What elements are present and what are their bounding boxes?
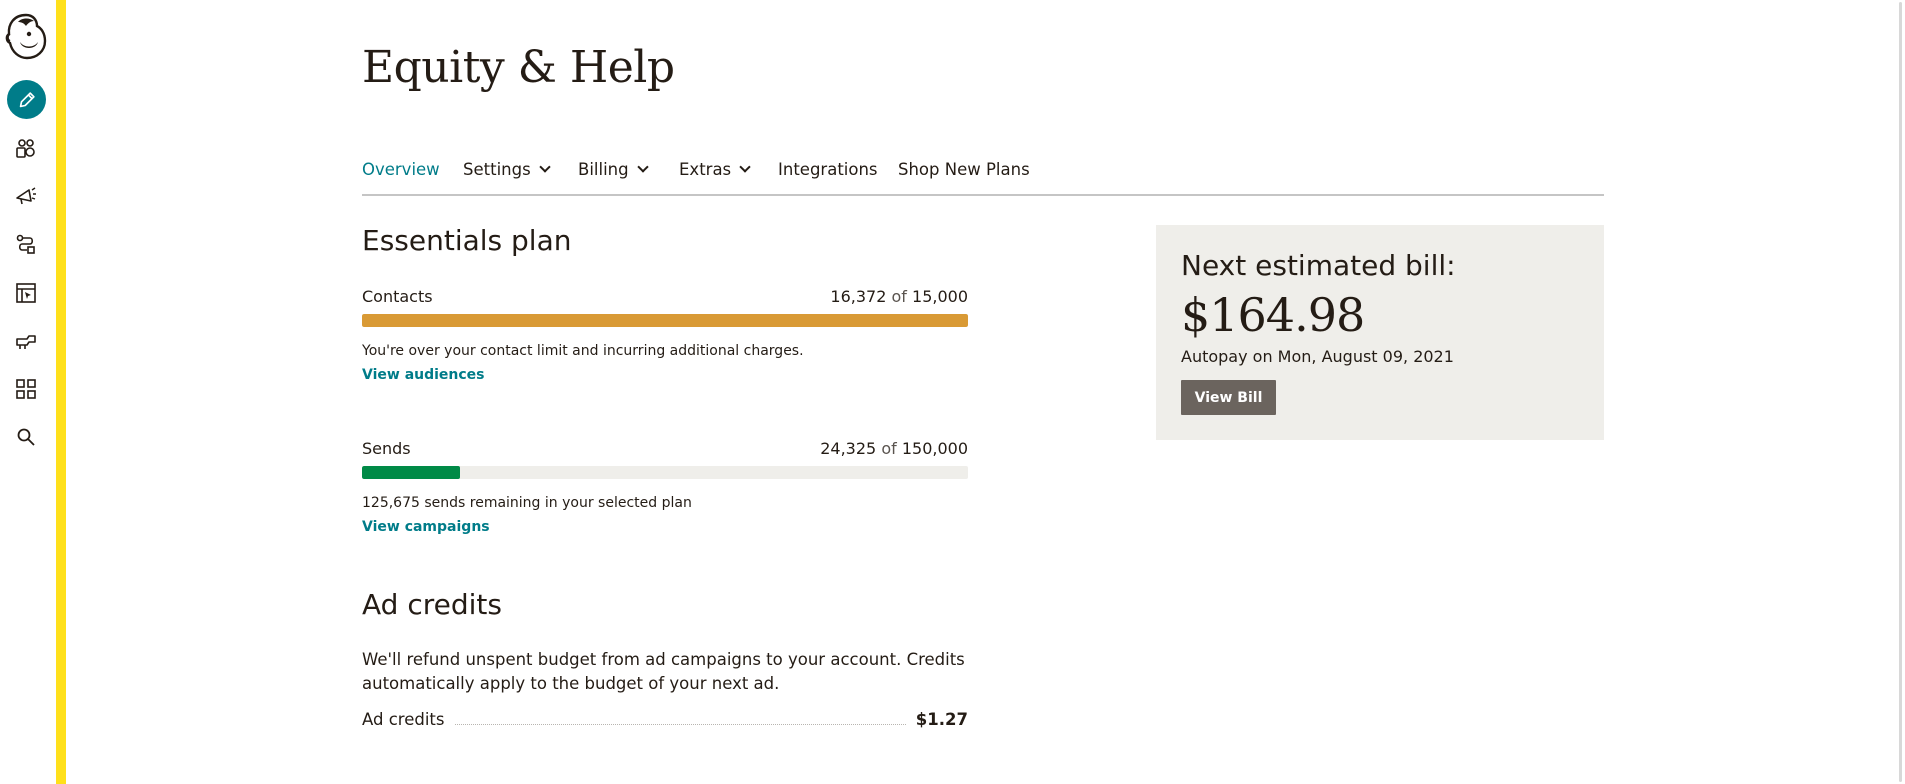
ad-credits-balance: $1.27 bbox=[905, 710, 968, 729]
website-icon[interactable] bbox=[14, 281, 38, 305]
tab-extras[interactable]: Extras bbox=[679, 160, 751, 179]
chevron-down-icon bbox=[539, 161, 551, 173]
ad-credits-title: Ad credits bbox=[362, 588, 502, 621]
brand-stripe bbox=[56, 0, 66, 784]
dotted-leader bbox=[452, 724, 916, 725]
tab-label: Extras bbox=[679, 160, 732, 179]
scrollbar[interactable] bbox=[1898, 0, 1905, 784]
tab-settings[interactable]: Settings bbox=[463, 160, 551, 179]
contacts-count: 16,372 of 15,000 bbox=[830, 287, 968, 306]
sends-of: of bbox=[881, 439, 897, 458]
ad-credits-row: Ad credits $1.27 bbox=[362, 708, 968, 732]
tab-label: Integrations bbox=[778, 160, 878, 179]
sends-used: 24,325 bbox=[820, 439, 877, 458]
create-pencil-icon[interactable] bbox=[7, 80, 46, 119]
freddie-logo-icon[interactable] bbox=[4, 12, 48, 60]
campaigns-megaphone-icon[interactable] bbox=[14, 184, 38, 208]
contacts-progress-bar bbox=[362, 314, 968, 327]
tab-label: Billing bbox=[578, 160, 629, 179]
view-bill-button[interactable]: View Bill bbox=[1181, 380, 1276, 415]
bill-amount: $164.98 bbox=[1181, 288, 1365, 342]
bill-title: Next estimated bill: bbox=[1181, 249, 1456, 282]
sends-remaining-note: 125,675 sends remaining in your selected… bbox=[362, 495, 692, 511]
scrollbar-thumb[interactable] bbox=[1899, 2, 1902, 782]
audience-icon[interactable] bbox=[14, 136, 38, 160]
sends-limit: 150,000 bbox=[901, 439, 968, 458]
autopay-date: Autopay on Mon, August 09, 2021 bbox=[1181, 347, 1454, 366]
tab-integrations[interactable]: Integrations bbox=[778, 160, 878, 179]
plan-title: Essentials plan bbox=[362, 224, 572, 257]
automations-icon[interactable] bbox=[14, 232, 38, 256]
tab-shop-new-plans[interactable]: Shop New Plans bbox=[898, 160, 1030, 179]
chevron-down-icon bbox=[739, 161, 751, 173]
integrations-grid-icon[interactable] bbox=[14, 377, 38, 401]
sends-progress-fill bbox=[362, 466, 461, 479]
search-icon[interactable] bbox=[14, 425, 38, 449]
tab-billing[interactable]: Billing bbox=[578, 160, 649, 179]
account-tabs: Overview Settings Billing Extras Integra… bbox=[362, 160, 1604, 196]
chevron-down-icon bbox=[636, 161, 649, 173]
page-title: Equity & Help bbox=[362, 42, 675, 93]
contacts-progress-fill bbox=[362, 314, 968, 327]
sends-label: Sends bbox=[362, 439, 411, 458]
next-bill-card: Next estimated bill: $164.98 Autopay on … bbox=[1156, 225, 1604, 440]
tab-label: Overview bbox=[362, 160, 440, 179]
tab-label: Settings bbox=[463, 160, 531, 179]
sends-count: 24,325 of 150,000 bbox=[820, 439, 968, 458]
contacts-used: 16,372 bbox=[830, 287, 887, 306]
content-studio-icon[interactable] bbox=[14, 329, 38, 353]
left-nav-rail bbox=[0, 0, 56, 784]
ad-credits-row-label: Ad credits bbox=[362, 710, 455, 729]
tab-label: Shop New Plans bbox=[898, 160, 1030, 179]
contacts-label: Contacts bbox=[362, 287, 433, 306]
sends-progress-bar bbox=[362, 466, 968, 479]
contacts-limit: 15,000 bbox=[912, 287, 968, 306]
tab-overview[interactable]: Overview bbox=[362, 160, 440, 179]
contacts-over-limit-note: You're over your contact limit and incur… bbox=[362, 343, 804, 359]
ad-credits-description: We'll refund unspent budget from ad camp… bbox=[362, 650, 965, 693]
contacts-of: of bbox=[891, 287, 907, 306]
view-campaigns-link[interactable]: View campaigns bbox=[362, 519, 490, 535]
view-audiences-link[interactable]: View audiences bbox=[362, 367, 485, 383]
